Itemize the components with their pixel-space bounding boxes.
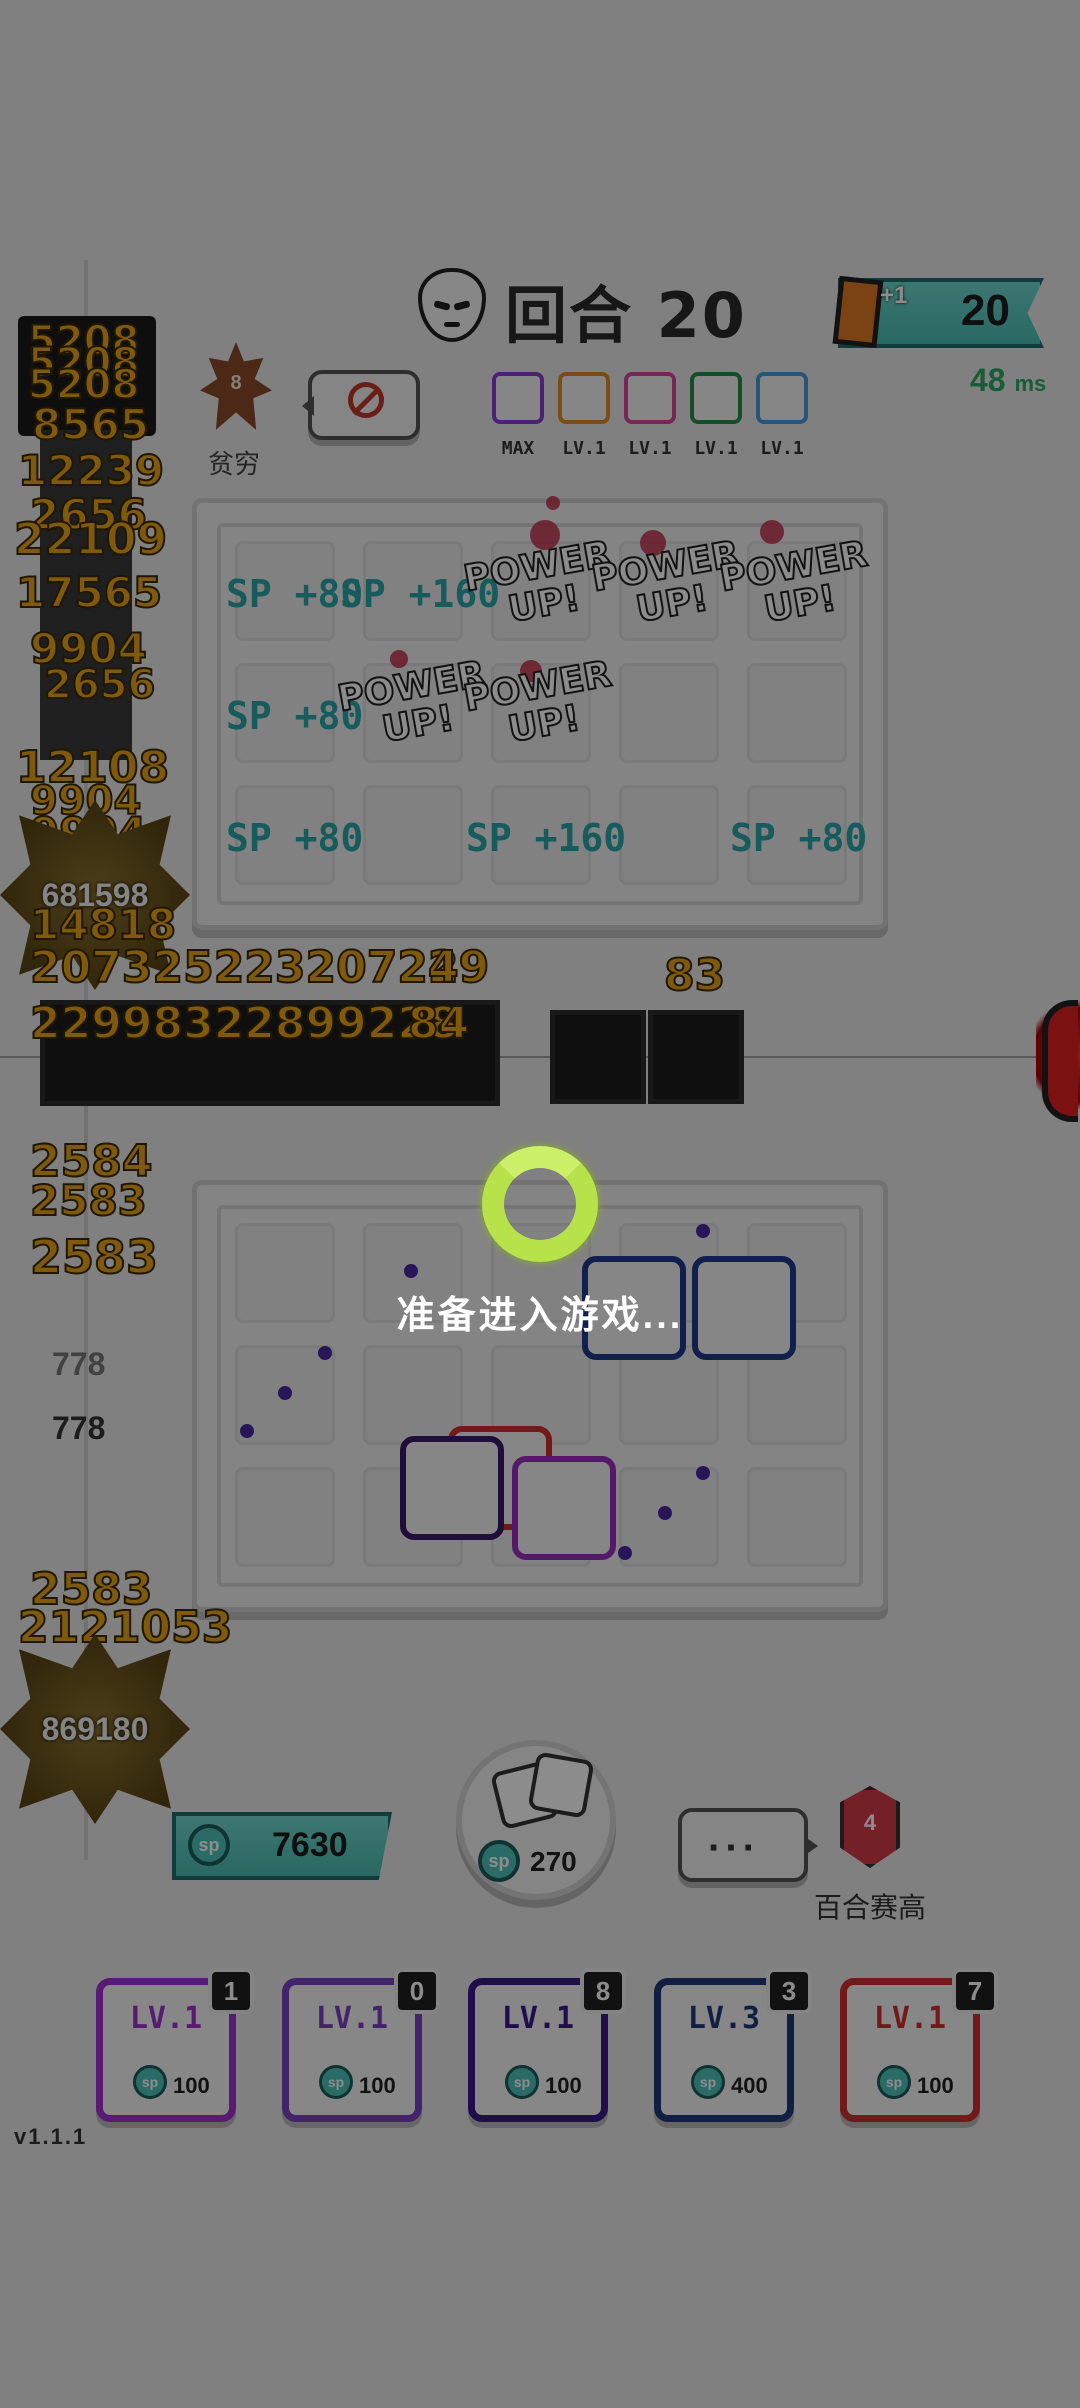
loading-text: 准备进入游戏... xyxy=(396,1295,684,1337)
loading-spinner-icon xyxy=(482,1146,598,1262)
